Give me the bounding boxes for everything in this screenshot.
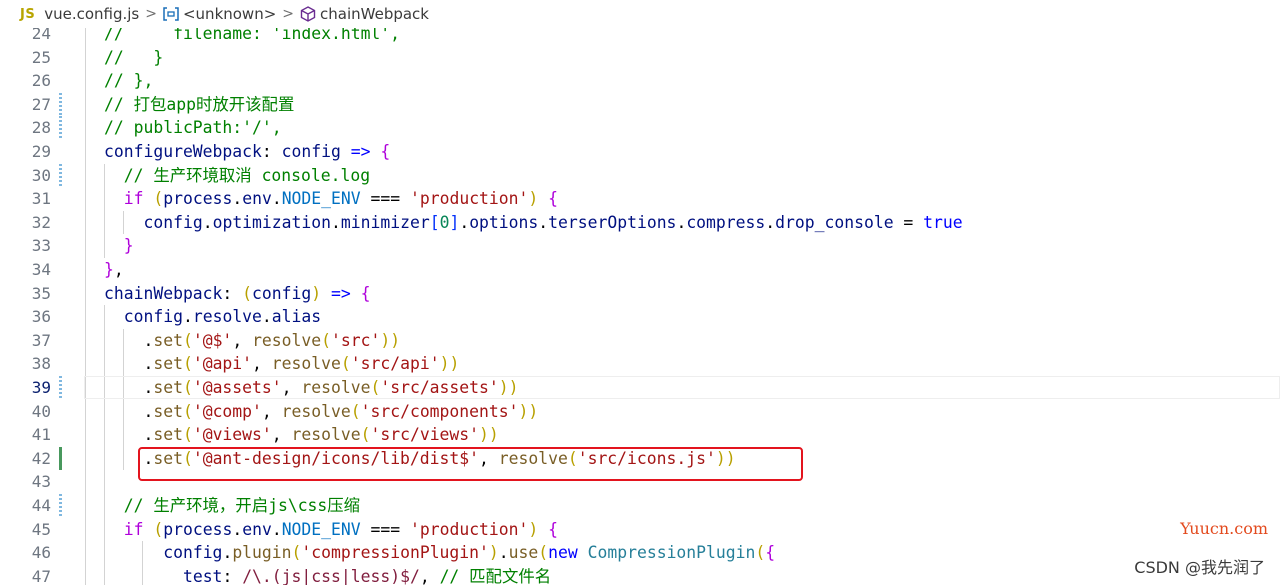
- line-number: 40: [31, 401, 51, 421]
- chevron-right-icon: >: [282, 6, 295, 22]
- line-number: 44: [31, 496, 51, 515]
- code-line[interactable]: 32 config.optimization.minimizer[0].opti…: [0, 211, 1280, 235]
- breadcrumb-symbol[interactable]: chainWebpack: [320, 5, 429, 23]
- line-number: 39: [31, 378, 51, 397]
- method-symbol-icon: [300, 6, 316, 22]
- code-text: // },: [104, 71, 154, 91]
- line-number: 43: [31, 472, 51, 492]
- highlight-annotation: [138, 447, 803, 481]
- code-line[interactable]: 27 // 打包app时放开该配置: [0, 92, 1280, 117]
- code-text: config.resolve.alias: [123, 307, 322, 327]
- code-line[interactable]: 31 if (process.env.NODE_ENV === 'product…: [0, 187, 1280, 211]
- site-watermark: Yuucn.com: [1180, 519, 1268, 538]
- code-editor[interactable]: 24// filename: 'index.html', 25// } 26// }…: [0, 22, 1280, 585]
- git-change-marker[interactable]: [59, 163, 62, 188]
- code-text: .set('@api', resolve('src/api')): [104, 354, 460, 374]
- line-number: 42: [31, 448, 51, 468]
- line-number: 28: [31, 118, 51, 138]
- line-number: 30: [31, 165, 51, 185]
- line-number: 26: [31, 71, 51, 91]
- code-text: // publicPath:'/',: [104, 118, 282, 138]
- code-text: config.optimization.minimizer[0].options…: [143, 212, 963, 232]
- code-line[interactable]: 26 // },: [0, 69, 1280, 93]
- code-text: if (process.env.NODE_ENV === 'production…: [123, 189, 559, 209]
- line-number: 34: [31, 260, 51, 279]
- line-number: 25: [31, 47, 51, 67]
- variable-symbol-icon: [163, 7, 179, 21]
- line-number: 47: [31, 566, 51, 585]
- line-number: 46: [31, 543, 51, 563]
- code-text: test: /\.(js|css|less)$/, // 匹配文件名: [182, 566, 552, 585]
- line-number: 33: [31, 236, 51, 256]
- author-watermark: CSDN @我先润了: [1134, 558, 1265, 577]
- code-text: // }: [104, 47, 164, 67]
- git-change-marker[interactable]: [59, 494, 62, 518]
- code-line[interactable]: 45 if (process.env.NODE_ENV === 'product…: [0, 518, 1280, 542]
- code-line[interactable]: 41 .set('@views', resolve('src/views')): [0, 423, 1280, 447]
- code-line[interactable]: 40 .set('@comp', resolve('src/components…: [0, 400, 1280, 424]
- line-number: 32: [31, 212, 51, 232]
- code-line[interactable]: 36 config.resolve.alias: [0, 305, 1280, 329]
- code-text: configureWebpack: config => {: [104, 142, 391, 161]
- code-text: .set('@comp', resolve('src/components')): [104, 401, 539, 421]
- code-line[interactable]: 33 }: [0, 234, 1280, 258]
- chevron-right-icon: >: [145, 6, 157, 22]
- code-text: if (process.env.NODE_ENV === 'production…: [123, 519, 559, 539]
- line-number: 38: [31, 354, 51, 374]
- code-line[interactable]: 44 // 生产环境，开启js\css压缩: [0, 494, 1280, 518]
- code-text: config.plugin('compressionPlugin').use(n…: [163, 543, 776, 563]
- code-line[interactable]: 47 test: /\.(js|css|less)$/, // 匹配文件名: [0, 565, 1280, 585]
- code-line[interactable]: 35 chainWebpack: (config) => {: [0, 282, 1280, 306]
- git-change-marker[interactable]: [59, 116, 62, 140]
- code-line[interactable]: 46 config.plugin('compressionPlugin').us…: [0, 541, 1280, 565]
- code-text: // 生产环境取消 console.log: [123, 165, 371, 185]
- breadcrumb-module[interactable]: <unknown>: [183, 5, 276, 23]
- code-text: .set('@views', resolve('src/views')): [104, 425, 499, 445]
- git-change-marker[interactable]: [59, 446, 62, 471]
- line-number: 37: [31, 330, 51, 350]
- line-number: 45: [31, 519, 51, 539]
- line-number: 36: [31, 307, 51, 327]
- code-text: // 打包app时放开该配置: [104, 94, 295, 114]
- code-text: .set('@assets', resolve('src/assets')): [104, 378, 519, 397]
- breadcrumb: JS vue.config.js > <unknown> > chainWebp…: [0, 0, 1280, 28]
- code-line[interactable]: 30 // 生产环境取消 console.log: [0, 163, 1280, 188]
- code-text: .set('@$', resolve('src')): [104, 330, 401, 350]
- line-number: 35: [31, 283, 51, 303]
- code-line[interactable]: 29 configureWebpack: config => {: [0, 140, 1280, 164]
- code-text: // 生产环境，开启js\css压缩: [123, 496, 361, 515]
- code-line[interactable]: 34},: [0, 258, 1280, 282]
- git-change-marker[interactable]: [59, 92, 62, 117]
- code-line[interactable]: 25 // }: [0, 46, 1280, 70]
- code-line[interactable]: 28 // publicPath:'/',: [0, 116, 1280, 140]
- code-line[interactable]: 39 .set('@assets', resolve('src/assets')…: [0, 376, 1280, 400]
- code-line[interactable]: 37 .set('@$', resolve('src')): [0, 329, 1280, 353]
- line-number: 29: [31, 142, 51, 161]
- git-change-marker[interactable]: [59, 376, 62, 400]
- code-text: chainWebpack: (config) => {: [104, 283, 371, 303]
- line-number: 41: [31, 425, 51, 445]
- line-number: 31: [31, 189, 51, 209]
- line-number: 27: [31, 94, 51, 114]
- breadcrumb-file[interactable]: vue.config.js: [44, 5, 139, 23]
- code-text: }: [123, 236, 134, 256]
- code-text: },: [104, 260, 124, 279]
- code-line[interactable]: 38 .set('@api', resolve('src/api')): [0, 352, 1280, 376]
- js-file-icon: JS: [20, 6, 36, 22]
